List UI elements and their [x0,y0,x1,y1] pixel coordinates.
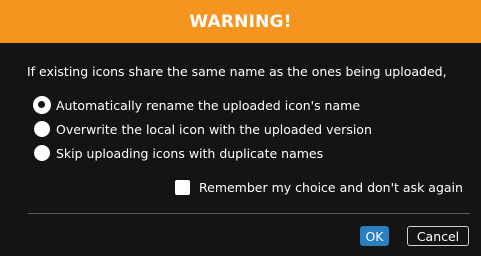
remember-choice[interactable]: Remember my choice and don't ask again [175,180,463,195]
option-skip-label: Skip uploading icons with duplicate name… [56,145,324,161]
radio-skip[interactable] [34,145,50,161]
radio-rename[interactable] [34,97,50,113]
option-skip[interactable]: Skip uploading icons with duplicate name… [34,141,372,165]
option-rename-label: Automatically rename the uploaded icon's… [56,97,361,113]
warning-dialog: WARNING! If existing icons share the sam… [0,0,481,256]
dialog-divider [28,213,470,214]
duplicate-options-group: Automatically rename the uploaded icon's… [34,93,372,165]
option-rename[interactable]: Automatically rename the uploaded icon's… [34,93,372,117]
dialog-message: If existing icons share the same name as… [27,64,447,79]
remember-label: Remember my choice and don't ask again [199,180,463,195]
option-overwrite[interactable]: Overwrite the local icon with the upload… [34,117,372,141]
option-overwrite-label: Overwrite the local icon with the upload… [56,121,372,137]
dialog-titlebar: WARNING! [0,0,481,43]
cancel-button[interactable]: Cancel [407,226,469,246]
radio-overwrite[interactable] [34,121,50,137]
ok-button[interactable]: OK [360,226,389,246]
remember-checkbox[interactable] [175,180,190,195]
dialog-title: WARNING! [189,11,292,32]
